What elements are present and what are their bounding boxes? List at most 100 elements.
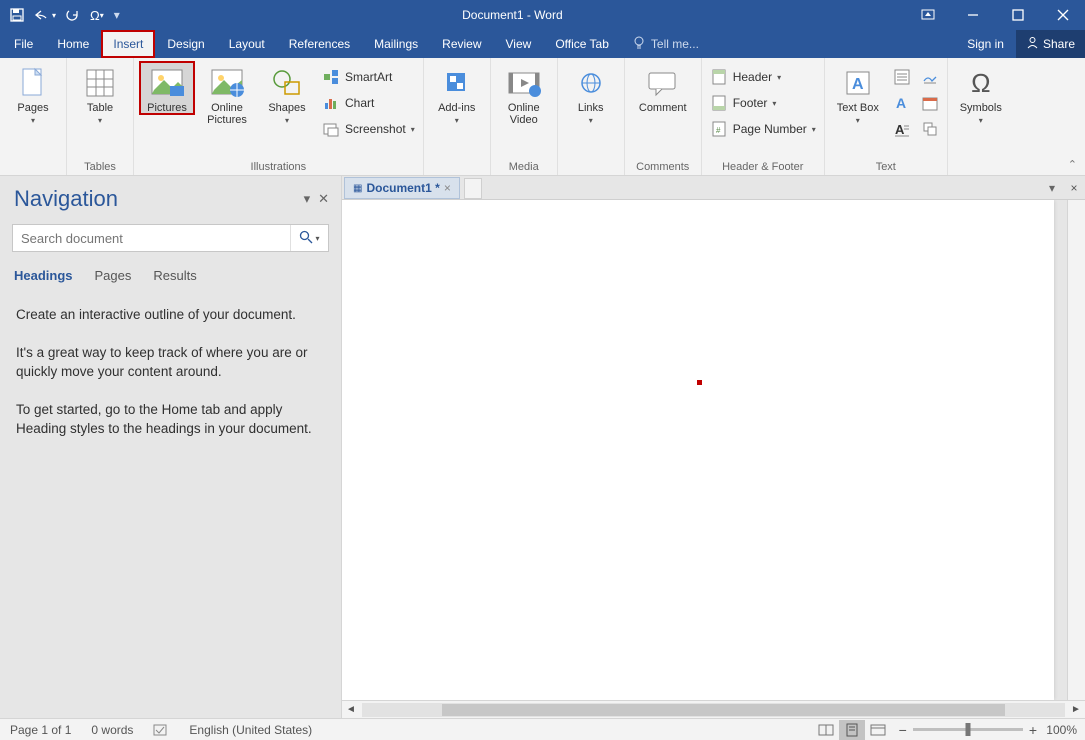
tab-design[interactable]: Design xyxy=(155,30,216,58)
shapes-button[interactable]: Shapes▾ xyxy=(260,62,314,125)
navigation-close-icon[interactable]: ✕ xyxy=(318,191,329,207)
pages-button[interactable]: Pages▾ xyxy=(6,62,60,125)
tab-view[interactable]: View xyxy=(494,30,544,58)
minimize-button[interactable] xyxy=(950,0,995,30)
document-tab[interactable]: ▦ Document1 * × xyxy=(344,177,460,199)
page-number-button[interactable]: #Page Number ▾ xyxy=(708,118,818,140)
chart-icon xyxy=(322,94,340,112)
sign-in-button[interactable]: Sign in xyxy=(955,30,1016,58)
group-tables: Tables xyxy=(73,159,127,173)
tab-insert[interactable]: Insert xyxy=(101,30,155,58)
zoom-out-button[interactable]: − xyxy=(899,722,907,738)
document-tab-close-icon[interactable]: × xyxy=(444,181,451,195)
date-time-button[interactable] xyxy=(919,92,941,114)
word-document-icon: ▦ xyxy=(353,183,362,194)
group-illustrations: Illustrations xyxy=(140,159,417,173)
tab-references[interactable]: References xyxy=(277,30,362,58)
search-document-field[interactable]: ▾ xyxy=(12,224,329,252)
nav-tab-headings[interactable]: Headings xyxy=(14,268,73,283)
addins-button[interactable]: Add-ins▾ xyxy=(430,62,484,125)
nav-paragraph: To get started, go to the Home tab and a… xyxy=(16,400,325,439)
group-text: Text xyxy=(831,159,941,173)
document-tab-label: Document1 * xyxy=(366,181,439,195)
tab-layout[interactable]: Layout xyxy=(217,30,277,58)
scroll-right-icon[interactable]: ► xyxy=(1067,704,1085,715)
svg-text:A: A xyxy=(895,122,905,137)
wordart-button[interactable]: A xyxy=(891,92,913,114)
navigation-content: Create an interactive outline of your do… xyxy=(0,291,341,453)
video-icon xyxy=(506,66,542,100)
ribbon: Pages▾ Table▾ Tables Pictures Online Pic… xyxy=(0,58,1085,176)
new-document-tab[interactable] xyxy=(464,178,482,199)
page xyxy=(342,200,1054,700)
scroll-left-icon[interactable]: ◄ xyxy=(342,704,360,715)
close-button[interactable] xyxy=(1040,0,1085,30)
print-layout-button[interactable] xyxy=(839,720,865,740)
redo-icon[interactable] xyxy=(66,8,80,22)
group-comments: Comments xyxy=(631,159,695,173)
zoom-in-button[interactable]: + xyxy=(1029,722,1037,738)
comment-icon xyxy=(645,66,681,100)
smartart-icon xyxy=(322,68,340,86)
zoom-slider[interactable] xyxy=(913,728,1023,731)
omega-symbol-icon[interactable]: Ω ▾ xyxy=(90,8,104,23)
zoom-level[interactable]: 100% xyxy=(1043,723,1077,737)
page-icon xyxy=(15,66,51,100)
search-button[interactable]: ▾ xyxy=(290,225,328,251)
symbols-button[interactable]: Ω Symbols▾ xyxy=(954,62,1008,125)
table-button[interactable]: Table▾ xyxy=(73,62,127,125)
header-button[interactable]: Header ▾ xyxy=(708,66,818,88)
web-layout-button[interactable] xyxy=(865,720,891,740)
online-video-button[interactable]: Online Video xyxy=(497,62,551,126)
svg-text:#: # xyxy=(716,126,721,135)
read-mode-button[interactable] xyxy=(813,720,839,740)
tab-office-tab[interactable]: Office Tab xyxy=(543,30,621,58)
comment-button[interactable]: Comment xyxy=(631,62,695,114)
navigation-options-icon[interactable]: ▾ xyxy=(304,191,311,207)
online-pictures-button[interactable]: Online Pictures xyxy=(200,62,254,126)
object-button[interactable] xyxy=(919,118,941,140)
nav-paragraph: It's a great way to keep track of where … xyxy=(16,343,325,382)
save-icon[interactable] xyxy=(10,8,24,22)
maximize-button[interactable] xyxy=(995,0,1040,30)
nav-tab-pages[interactable]: Pages xyxy=(95,268,132,283)
share-icon xyxy=(1026,36,1039,52)
tab-mailings[interactable]: Mailings xyxy=(362,30,430,58)
search-input[interactable] xyxy=(13,225,290,251)
header-icon xyxy=(710,68,728,86)
quick-access-toolbar: ▾ Ω ▾ ▾ xyxy=(0,8,120,23)
tell-me-search[interactable]: Tell me... xyxy=(621,30,711,58)
page-number-icon: # xyxy=(710,120,728,138)
page-indicator[interactable]: Page 1 of 1 xyxy=(0,723,81,737)
word-count[interactable]: 0 words xyxy=(81,723,143,737)
undo-icon[interactable]: ▾ xyxy=(34,8,56,22)
language-indicator[interactable]: English (United States) xyxy=(179,723,322,737)
links-button[interactable]: Links▾ xyxy=(564,62,618,125)
smartart-button[interactable]: SmartArt xyxy=(320,66,417,88)
pictures-button[interactable]: Pictures xyxy=(140,62,194,114)
screenshot-button[interactable]: Screenshot ▾ xyxy=(320,118,417,140)
tab-review[interactable]: Review xyxy=(430,30,493,58)
quick-parts-button[interactable] xyxy=(891,66,913,88)
tab-home[interactable]: Home xyxy=(45,30,101,58)
document-canvas[interactable] xyxy=(342,200,1067,700)
footer-icon xyxy=(710,94,728,112)
ribbon-display-options-icon[interactable] xyxy=(905,0,950,30)
footer-button[interactable]: Footer ▾ xyxy=(708,92,818,114)
document-tabs-close-all[interactable]: × xyxy=(1063,176,1085,199)
textbox-button[interactable]: A Text Box▾ xyxy=(831,62,885,125)
drop-cap-button[interactable]: A xyxy=(891,118,913,140)
document-tabs-menu[interactable]: ▾ xyxy=(1041,176,1063,199)
spell-check-icon[interactable] xyxy=(143,723,179,737)
horizontal-scrollbar[interactable]: ◄ ► xyxy=(342,700,1085,718)
collapse-ribbon-icon[interactable]: ⌃ xyxy=(1068,158,1077,171)
nav-paragraph: Create an interactive outline of your do… xyxy=(16,305,325,325)
nav-tab-results[interactable]: Results xyxy=(153,268,196,283)
share-button[interactable]: Share xyxy=(1016,30,1085,58)
addins-icon xyxy=(439,66,475,100)
textbox-icon: A xyxy=(840,66,876,100)
signature-line-button[interactable] xyxy=(919,66,941,88)
tab-file[interactable]: File xyxy=(0,30,45,58)
vertical-scrollbar[interactable] xyxy=(1067,200,1085,700)
chart-button[interactable]: Chart xyxy=(320,92,417,114)
